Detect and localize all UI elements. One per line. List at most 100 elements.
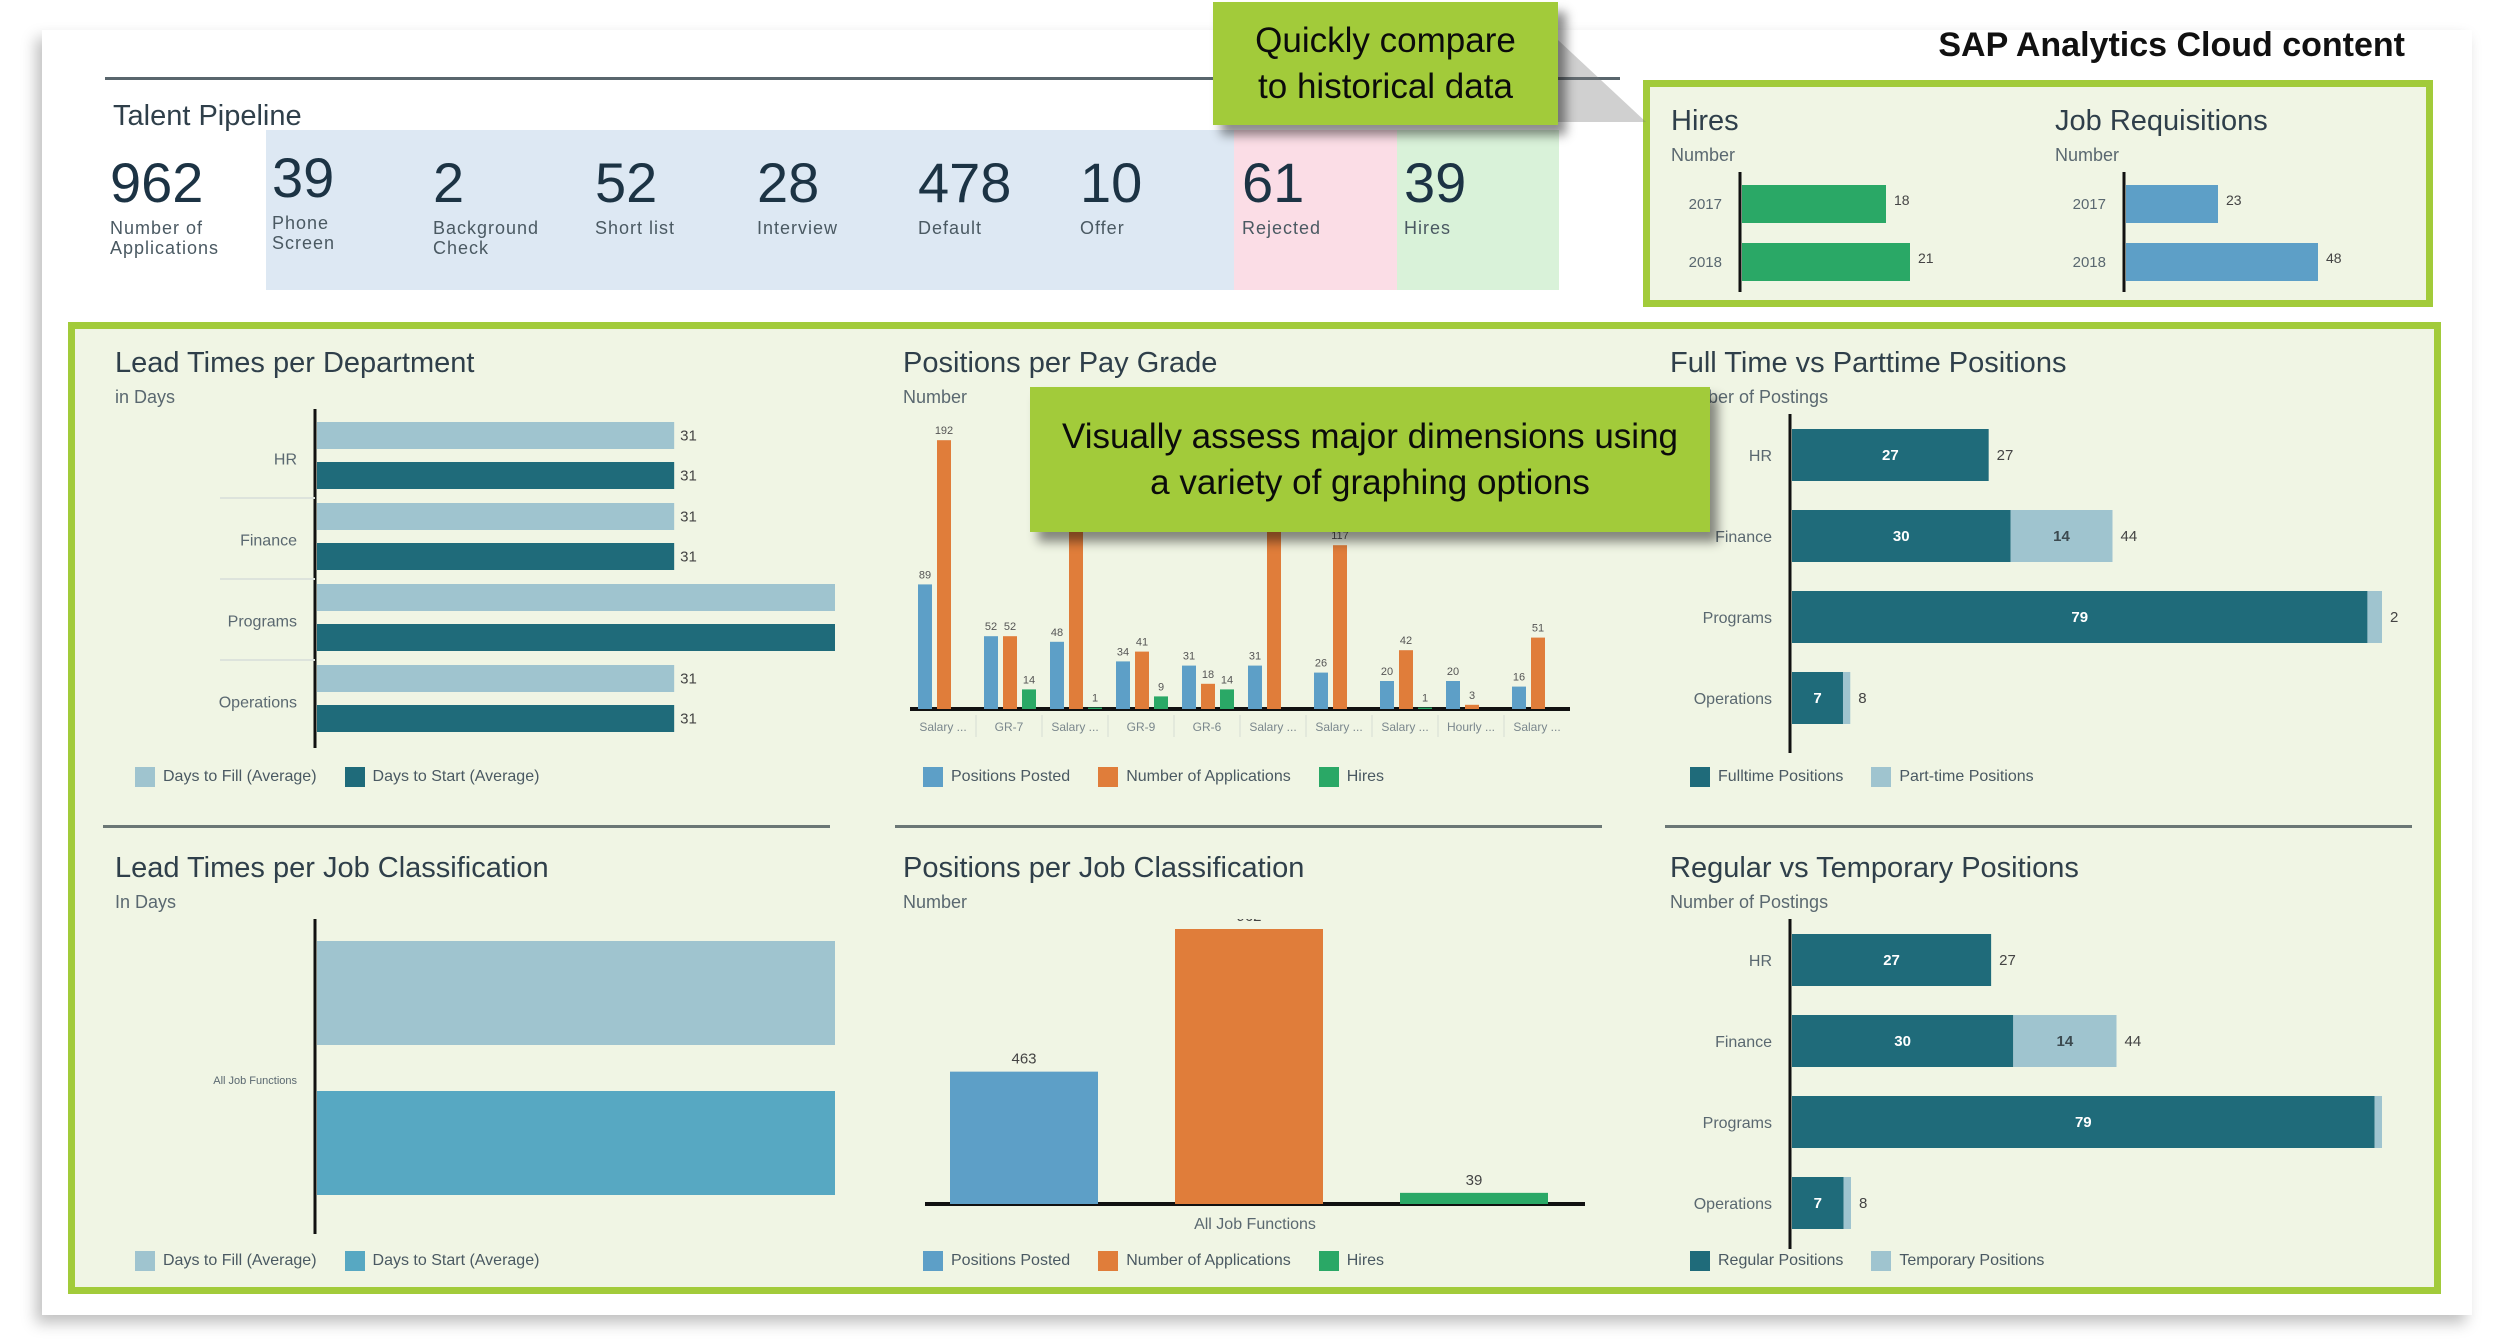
fulltime-parttime-chart: HR 27 27 Finance 30 14 44 Programs 79 2 Operations…: [1694, 414, 2398, 753]
legend-item: Temporary Positions: [1871, 1251, 2044, 1271]
legend-item: Fulltime Positions: [1690, 767, 1843, 787]
data-label: 41: [1136, 637, 1148, 649]
chart-subtitle: Number: [903, 892, 968, 912]
bar: [950, 1071, 1098, 1204]
pipeline-title: Talent Pipeline: [113, 100, 302, 132]
bar: [317, 422, 675, 449]
bar: [1248, 665, 1262, 709]
legend-label: Regular Positions: [1718, 1252, 1844, 1269]
legend-label: Days to Fill (Average): [163, 1252, 317, 1269]
legend-swatch: [1690, 767, 1710, 787]
kpi-label: Short list: [595, 218, 676, 238]
category-label: GR-9: [1127, 720, 1156, 734]
category-label: Finance: [1715, 1034, 1772, 1051]
kpi-tile: 52 Short list: [595, 155, 675, 239]
bar: [1003, 636, 1017, 709]
data-label: 31: [680, 549, 697, 566]
job-requisitions-chart: 2017 23 2018 48: [2073, 172, 2342, 292]
legend-item: Number of Applications: [1098, 767, 1291, 787]
category-label: Operations: [1694, 691, 1772, 708]
bar: [317, 584, 835, 611]
legend-swatch: [923, 767, 943, 787]
category-label: HR: [1749, 953, 1772, 970]
chart-title: Lead Times per Department: [115, 347, 475, 379]
legend-swatch: [135, 767, 155, 787]
legend-swatch: [1690, 1251, 1710, 1271]
historical-panel: Hires Number 2017 18 2018 21 Job Requisitio…: [1643, 80, 2433, 307]
category-label: Salary ...: [1051, 720, 1098, 734]
kpi-value: 2: [433, 151, 465, 214]
data-label: 3: [1469, 690, 1475, 702]
legend-label: Part-time Positions: [1899, 768, 2034, 785]
bar: [1088, 707, 1102, 709]
data-label: 192: [935, 425, 953, 437]
chart-title: Positions per Job Classification: [903, 852, 1305, 884]
category-label: Salary ...: [1315, 720, 1362, 734]
total-label: 8: [1859, 1195, 1867, 1212]
kpi-label: Number of Applications: [110, 218, 220, 258]
total-label: 27: [1997, 447, 2014, 464]
bar: [317, 503, 675, 530]
bar: [1220, 689, 1234, 709]
legend-label: Days to Fill (Average): [163, 768, 317, 785]
bar: [1465, 704, 1479, 709]
category-label: Finance: [1715, 529, 1772, 546]
category-label: All Job Functions: [1194, 1216, 1316, 1233]
bar: [984, 636, 998, 709]
data-label: 48: [2326, 250, 2342, 266]
legend-item: Days to Fill (Average): [135, 1251, 317, 1271]
segment-label: 79: [2071, 609, 2088, 626]
segment-label: 30: [1893, 528, 1910, 545]
dimensions-callout: Visually assess major dimensions using a…: [1030, 387, 1710, 532]
data-label: 16: [1513, 672, 1525, 684]
chart-title: Positions per Pay Grade: [903, 347, 1218, 379]
bar: [317, 665, 675, 692]
kpi-label: Rejected: [1242, 218, 1322, 238]
legend-label: Days to Start (Average): [372, 768, 540, 785]
kpi-value: 10: [1080, 151, 1143, 214]
bar: [1050, 641, 1064, 709]
kpi-value: 39: [272, 146, 335, 209]
chart-title: Hires: [1671, 105, 1739, 137]
legend-item: Hires: [1318, 767, 1384, 787]
legend-swatch: [1871, 767, 1892, 787]
bar: [918, 584, 932, 709]
data-label: 31: [1183, 651, 1195, 663]
bar: [1135, 651, 1149, 709]
brand-title: SAP Analytics Cloud content: [1938, 26, 2405, 64]
bar: [1512, 686, 1526, 709]
bar-segment: [1843, 1177, 1851, 1229]
bar: [1154, 696, 1168, 709]
bar: [1446, 681, 1460, 709]
kpi-tile: 61 Rejected: [1242, 155, 1321, 239]
segment-label: 7: [1814, 1195, 1822, 1212]
bar: [317, 941, 835, 1045]
legend-item: Days to Start (Average): [344, 1251, 540, 1271]
bar: [317, 543, 675, 570]
kpi-value: 962: [110, 151, 204, 214]
data-label: 52: [985, 621, 997, 633]
chart-subtitle: In Days: [115, 892, 177, 912]
bar: [2126, 243, 2318, 281]
segment-label: 79: [2075, 1114, 2092, 1131]
data-label: 20: [1447, 666, 1459, 678]
data-label: 14: [1221, 674, 1233, 686]
legend-swatch: [1098, 767, 1119, 787]
kpi-tile: 39 Hires: [1404, 155, 1466, 239]
bar: [1418, 707, 1432, 709]
bar: [317, 624, 835, 651]
legend-label: Days to Start (Average): [372, 1252, 540, 1269]
segment-label: 27: [1882, 447, 1899, 464]
data-label: 89: [919, 569, 931, 581]
legend-swatch: [1318, 1251, 1339, 1271]
category-label: Operations: [219, 695, 297, 712]
data-label: 1: [1422, 693, 1428, 705]
legend-item: Days to Start (Average): [344, 767, 540, 787]
category-label: HR: [274, 452, 297, 469]
data-label: 18: [1202, 669, 1214, 681]
historical-callout: Quickly compare to historical data: [1213, 2, 1558, 125]
total-label: 2: [2390, 609, 2398, 626]
data-label: 48: [1051, 627, 1063, 639]
chart-legend: Positions Posted Number of Applications Hi…: [923, 1251, 1384, 1271]
bar: [1333, 545, 1347, 709]
